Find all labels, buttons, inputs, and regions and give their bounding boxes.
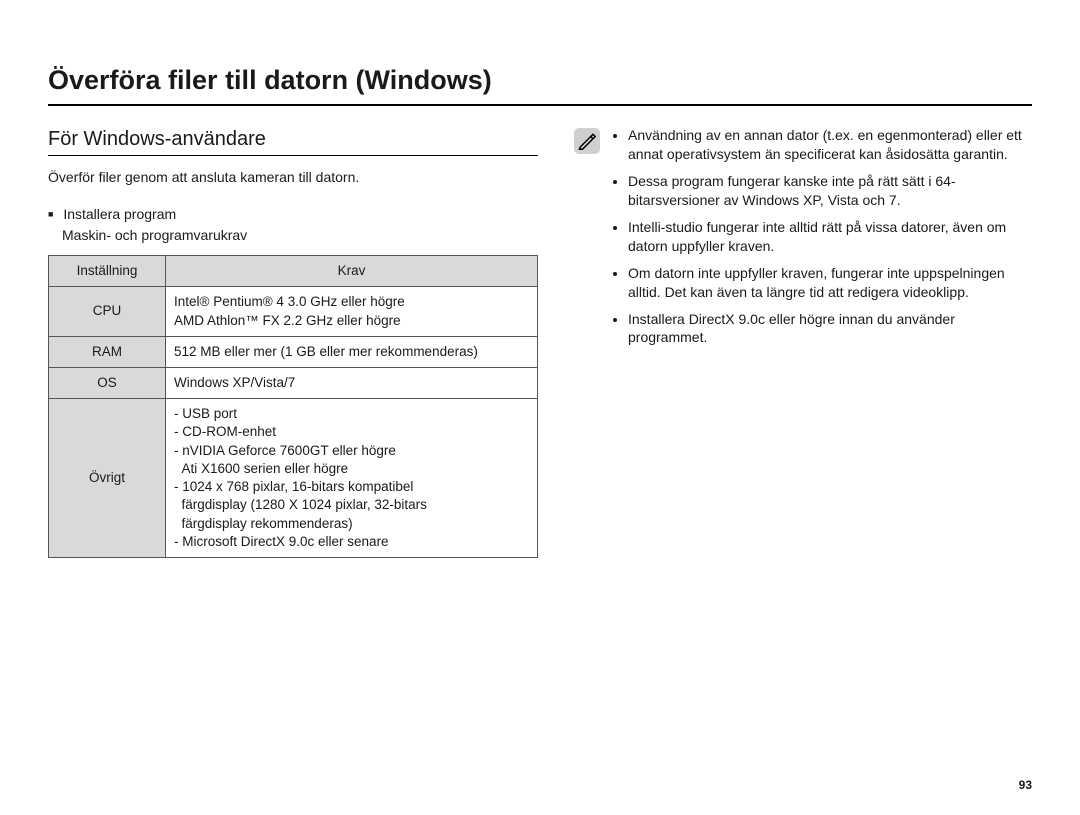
intro-text: Överför filer genom att ansluta kameran … xyxy=(48,168,538,187)
table-row: RAM 512 MB eller mer (1 GB eller mer rek… xyxy=(49,336,538,367)
os-label: OS xyxy=(49,367,166,398)
cpu-line1: Intel® Pentium® 4 3.0 GHz eller högre xyxy=(174,293,529,311)
list-item: färgdisplay (1280 X 1024 pixlar, 32-bita… xyxy=(174,496,529,514)
list-item: Ati X1600 serien eller högre xyxy=(174,460,529,478)
right-column: Användning av en annan dator (t.ex. en e… xyxy=(574,126,1032,355)
cpu-label: CPU xyxy=(49,287,166,336)
install-heading: Installera program xyxy=(48,205,538,224)
note-icon xyxy=(574,128,600,154)
other-label: Övrigt xyxy=(49,399,166,558)
os-value: Windows XP/Vista/7 xyxy=(166,367,538,398)
note-item: Intelli-studio fungerar inte alltid rätt… xyxy=(628,218,1032,256)
install-subline: Maskin- och programvarukrav xyxy=(62,226,538,245)
list-item: - nVIDIA Geforce 7600GT eller högre xyxy=(174,442,529,460)
note-item: Dessa program fungerar kanske inte på rä… xyxy=(628,172,1032,210)
cpu-line2: AMD Athlon™ FX 2.2 GHz eller högre xyxy=(174,312,529,330)
list-item: - CD-ROM-enhet xyxy=(174,423,529,441)
table-row: Övrigt - USB port- CD-ROM-enhet- nVIDIA … xyxy=(49,399,538,558)
table-head-setting: Inställning xyxy=(49,256,166,287)
note-item: Installera DirectX 9.0c eller högre inna… xyxy=(628,310,1032,348)
other-value: - USB port- CD-ROM-enhet- nVIDIA Geforce… xyxy=(166,399,538,558)
table-head-req: Krav xyxy=(166,256,538,287)
page-number: 93 xyxy=(1019,777,1032,793)
list-item: - USB port xyxy=(174,405,529,423)
title-rule xyxy=(48,104,1032,106)
note-item: Användning av en annan dator (t.ex. en e… xyxy=(628,126,1032,164)
ram-value: 512 MB eller mer (1 GB eller mer rekomme… xyxy=(166,336,538,367)
install-heading-label: Installera program xyxy=(63,206,176,222)
list-item: - Microsoft DirectX 9.0c eller senare xyxy=(174,533,529,551)
note-list: Användning av en annan dator (t.ex. en e… xyxy=(612,126,1032,355)
subheading-rule xyxy=(48,155,538,156)
left-column: För Windows-användare Överför filer geno… xyxy=(48,126,538,558)
requirements-table: Inställning Krav CPU Intel® Pentium® 4 3… xyxy=(48,255,538,558)
ram-label: RAM xyxy=(49,336,166,367)
note-item: Om datorn inte uppfyller kraven, fungera… xyxy=(628,264,1032,302)
table-row: OS Windows XP/Vista/7 xyxy=(49,367,538,398)
table-row: CPU Intel® Pentium® 4 3.0 GHz eller högr… xyxy=(49,287,538,336)
list-item: - 1024 x 768 pixlar, 16-bitars kompatibe… xyxy=(174,478,529,496)
note-box: Användning av en annan dator (t.ex. en e… xyxy=(574,126,1032,355)
cpu-value: Intel® Pentium® 4 3.0 GHz eller högre AM… xyxy=(166,287,538,336)
list-item: färgdisplay rekommenderas) xyxy=(174,515,529,533)
page-title: Överföra filer till datorn (Windows) xyxy=(48,62,1032,98)
subheading: För Windows-användare xyxy=(48,126,538,153)
